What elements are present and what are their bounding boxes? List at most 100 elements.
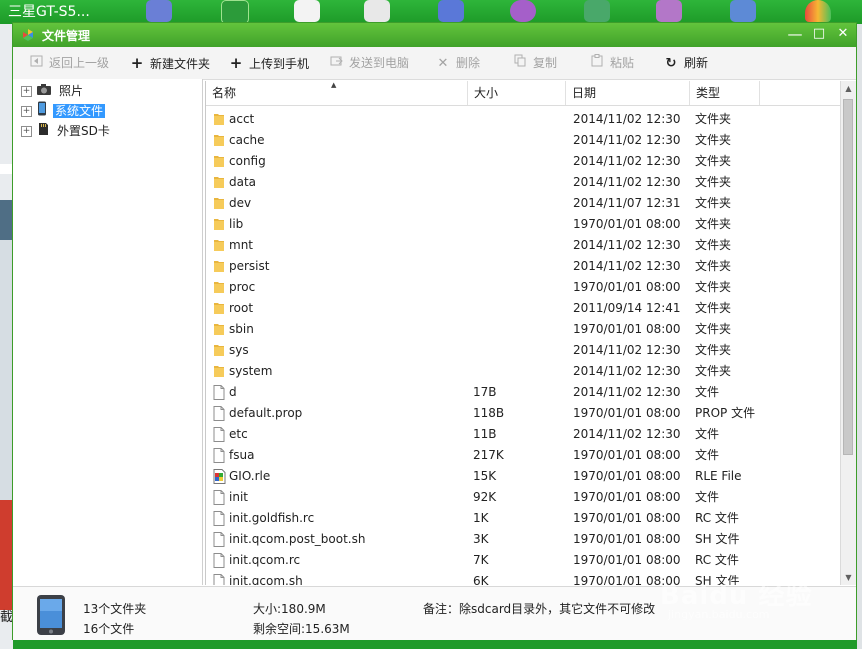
expand-icon[interactable]: +	[21, 126, 32, 137]
column-header-type[interactable]: 类型	[690, 81, 760, 105]
file-row[interactable]: d 17B 2014/11/02 12:30 文件	[206, 382, 840, 403]
plus-icon: +	[229, 54, 243, 72]
tree-item-photos[interactable]: + 照片	[21, 81, 85, 101]
refresh-button[interactable]: ↻ 刷新	[664, 47, 708, 79]
new-folder-button[interactable]: + 新建文件夹	[130, 47, 210, 79]
calendar-app-icon[interactable]	[438, 0, 464, 22]
colorful-app-icon[interactable]	[805, 0, 831, 22]
file-row[interactable]: proc 1970/01/01 08:00 文件夹	[206, 277, 840, 298]
file-date: 2014/11/02 12:30	[573, 364, 681, 378]
file-type: 文件	[695, 385, 720, 399]
file-name: system	[229, 364, 273, 378]
tree-item-system-files[interactable]: + 系统文件	[21, 101, 106, 122]
plus-icon: +	[130, 54, 144, 72]
file-row[interactable]: GIO.rle 15K 1970/01/01 08:00 RLE File	[206, 466, 840, 487]
file-row[interactable]: data 2014/11/02 12:30 文件夹	[206, 172, 840, 193]
file-type: 文件夹	[695, 364, 732, 378]
send-to-pc-button[interactable]: 发送到电脑	[329, 47, 409, 79]
background-app-bar: 三星GT-S5...	[0, 0, 862, 24]
file-row[interactable]: root 2011/09/14 12:41 文件夹	[206, 298, 840, 319]
file-manager-window: 文件管理 — □ ✕ 返回上一级 + 新建文件夹 + 上传到手机 发送到电脑 ✕ 删除…	[12, 22, 857, 640]
file-date: 2014/11/02 12:30	[573, 259, 681, 273]
file-row[interactable]: init 92K 1970/01/01 08:00 文件	[206, 487, 840, 508]
file-list: 名称 ▲ 大小 日期 类型 acct 2014/11/02 12:30 文件夹 cac…	[205, 81, 840, 585]
file-name: init.qcom.sh	[229, 574, 303, 585]
file-size: 118B	[473, 406, 505, 420]
free-space: 剩余空间:15.63M	[253, 622, 350, 636]
file-name: root	[229, 301, 254, 315]
photo-app-icon[interactable]	[656, 0, 682, 22]
file-row[interactable]: acct 2014/11/02 12:30 文件夹	[206, 109, 840, 130]
close-button[interactable]: ✕	[833, 24, 853, 44]
file-size: 15K	[473, 469, 497, 483]
copy-button[interactable]: 复制	[513, 47, 557, 79]
expand-icon[interactable]: +	[21, 106, 32, 117]
file-row[interactable]: init.goldfish.rc 1K 1970/01/01 08:00 RC 文件	[206, 508, 840, 529]
minimize-button[interactable]: —	[785, 24, 805, 44]
scroll-up-icon[interactable]: ▲	[841, 81, 856, 96]
file-row[interactable]: etc 11B 2014/11/02 12:30 文件	[206, 424, 840, 445]
maximize-button[interactable]: □	[809, 24, 829, 44]
file-date: 1970/01/01 08:00	[573, 322, 681, 336]
file-row[interactable]: cache 2014/11/02 12:30 文件夹	[206, 130, 840, 151]
android-app-icon[interactable]	[146, 0, 172, 22]
file-type: RC 文件	[695, 553, 739, 567]
file-name: init.qcom.post_boot.sh	[229, 532, 366, 546]
file-row[interactable]: dev 2014/11/07 12:31 文件夹	[206, 193, 840, 214]
window-title: 文件管理	[42, 29, 91, 43]
sd-card-icon	[36, 122, 50, 142]
scrollbar-thumb[interactable]	[843, 99, 853, 455]
file-type: RC 文件	[695, 511, 739, 525]
title-bar[interactable]: 文件管理 — □ ✕	[13, 23, 856, 47]
file-row[interactable]: persist 2014/11/02 12:30 文件夹	[206, 256, 840, 277]
file-name: mnt	[229, 238, 253, 252]
file-name: etc	[229, 427, 248, 441]
phone-icon	[36, 101, 48, 122]
music-app-icon[interactable]	[510, 0, 536, 22]
file-row[interactable]: fsua 217K 1970/01/01 08:00 文件	[206, 445, 840, 466]
file-row[interactable]: sys 2014/11/02 12:30 文件夹	[206, 340, 840, 361]
shield-app-icon[interactable]	[221, 0, 249, 24]
paste-button[interactable]: 粘贴	[590, 47, 634, 79]
app-logo-icon	[23, 29, 33, 41]
watermark: Baidu 经验	[660, 581, 813, 611]
file-row[interactable]: config 2014/11/02 12:30 文件夹	[206, 151, 840, 172]
send-icon	[329, 48, 343, 80]
file-date: 2014/11/02 12:30	[573, 154, 681, 168]
file-row[interactable]: default.prop 118B 1970/01/01 08:00 PROP 文件	[206, 403, 840, 424]
expand-icon[interactable]: +	[21, 86, 32, 97]
file-row[interactable]: system 2014/11/02 12:30 文件夹	[206, 361, 840, 382]
file-name: proc	[229, 280, 256, 294]
column-header-name[interactable]: 名称	[206, 81, 468, 105]
file-date: 2014/11/02 12:30	[573, 112, 681, 126]
file-name: fsua	[229, 448, 255, 462]
gamepad-app-icon[interactable]	[364, 0, 390, 22]
video-app-icon[interactable]	[584, 0, 610, 22]
upload-to-phone-button[interactable]: + 上传到手机	[229, 47, 309, 79]
file-date: 2014/11/02 12:30	[573, 133, 681, 147]
scroll-down-icon[interactable]: ▼	[841, 570, 856, 585]
file-name: data	[229, 175, 257, 189]
watermark-url: jingyan.baidu.com	[668, 608, 770, 621]
delete-button[interactable]: ✕ 删除	[436, 47, 480, 79]
tree-item-sd-card[interactable]: + 外置SD卡	[21, 121, 112, 141]
file-type: 文件	[695, 490, 720, 504]
file-row[interactable]: sbin 1970/01/01 08:00 文件夹	[206, 319, 840, 340]
star-app-icon[interactable]	[294, 0, 320, 22]
file-row[interactable]: lib 1970/01/01 08:00 文件夹	[206, 214, 840, 235]
file-row[interactable]: mnt 2014/11/02 12:30 文件夹	[206, 235, 840, 256]
column-header-size[interactable]: 大小	[468, 81, 566, 105]
vertical-scrollbar[interactable]: ▲ ▼	[840, 81, 856, 585]
file-row[interactable]: init.qcom.post_boot.sh 3K 1970/01/01 08:00…	[206, 529, 840, 550]
file-size: 17B	[473, 385, 497, 399]
book-app-icon[interactable]	[730, 0, 756, 22]
background-app-title: 三星GT-S5...	[8, 4, 90, 20]
file-row[interactable]: init.qcom.rc 7K 1970/01/01 08:00 RC 文件	[206, 550, 840, 571]
file-size: 217K	[473, 448, 504, 462]
file-date: 1970/01/01 08:00	[573, 532, 681, 546]
back-button[interactable]: 返回上一级	[29, 47, 109, 79]
column-header-date[interactable]: 日期	[566, 81, 690, 105]
file-size: 1K	[473, 511, 489, 525]
file-type: 文件夹	[695, 133, 732, 147]
file-name: init.goldfish.rc	[229, 511, 315, 525]
